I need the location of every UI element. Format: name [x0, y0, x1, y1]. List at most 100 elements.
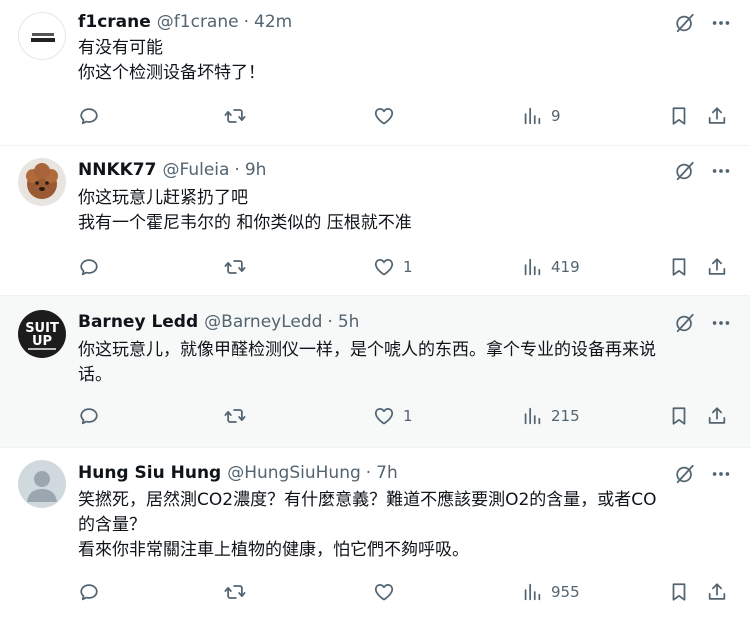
user-handle[interactable]: @HungSiuHung — [227, 463, 361, 483]
heart-icon — [373, 405, 395, 427]
tweet-header: f1crane @f1crane · 42m — [78, 10, 292, 34]
reply-button[interactable] — [78, 580, 108, 604]
display-name[interactable]: NNKK77 — [78, 160, 156, 180]
tweet-top-actions — [674, 160, 732, 182]
views-icon — [521, 105, 543, 127]
bookmark-button[interactable] — [668, 404, 690, 428]
retweet-button[interactable] — [224, 104, 254, 128]
grok-icon[interactable] — [674, 312, 696, 334]
tweet-text-line: 话。 — [78, 365, 112, 385]
tweet-actions: 1 215 — [78, 404, 728, 428]
grok-icon[interactable] — [674, 160, 696, 182]
tweet-text-line: 我有一个霍尼韦尔的 和你类似的 压根就不准 — [78, 213, 412, 233]
tweet-header: Hung Siu Hung @HungSiuHung · 7h — [78, 461, 398, 485]
views-button[interactable]: 419 — [521, 255, 580, 279]
user-handle[interactable]: @BarneyLedd — [204, 312, 322, 332]
share-button[interactable] — [706, 580, 728, 604]
poodle-icon — [26, 163, 58, 199]
tweet-text: 你这玩意儿赶紧扔了吧 我有一个霍尼韦尔的 和你类似的 压根就不准 — [78, 186, 728, 236]
share-icon — [706, 256, 728, 278]
avatar[interactable] — [18, 12, 66, 60]
share-button[interactable] — [706, 255, 728, 279]
reply-button[interactable] — [78, 255, 108, 279]
views-count: 419 — [551, 258, 580, 276]
share-icon — [706, 405, 728, 427]
grok-icon[interactable] — [674, 12, 696, 34]
share-button[interactable] — [706, 104, 728, 128]
tweet-top-actions — [674, 12, 732, 34]
views-icon — [521, 581, 543, 603]
like-button[interactable] — [373, 104, 403, 128]
tweet-text-line: 看來你非常關注車上植物的健康，怕它們不夠呼吸。 — [78, 540, 469, 560]
display-name[interactable]: Barney Ledd — [78, 312, 198, 332]
bookmark-icon — [668, 256, 690, 278]
retweet-button[interactable] — [224, 404, 254, 428]
more-icon[interactable] — [710, 160, 732, 182]
heart-icon — [373, 105, 395, 127]
retweet-button[interactable] — [224, 580, 254, 604]
separator-dot: · — [327, 312, 333, 332]
views-button[interactable]: 9 — [521, 104, 561, 128]
tweet-actions: 9 — [78, 104, 728, 128]
display-name[interactable]: f1crane — [78, 12, 151, 32]
tweet-header: Barney Ledd @BarneyLedd · 5h — [78, 310, 359, 334]
heart-icon — [373, 581, 395, 603]
reply-feed: f1crane @f1crane · 42m 有没有可能 你这个检测设备坏特了！… — [0, 0, 750, 620]
timestamp[interactable]: 7h — [376, 463, 398, 483]
retweet-icon — [224, 256, 246, 278]
avatar[interactable] — [18, 158, 66, 206]
reply-icon — [78, 581, 100, 603]
bookmark-button[interactable] — [668, 580, 690, 604]
reply-icon — [78, 105, 100, 127]
views-button[interactable]: 955 — [521, 580, 580, 604]
views-count: 9 — [551, 107, 561, 125]
like-button[interactable]: 1 — [373, 404, 413, 428]
reply-icon — [78, 256, 100, 278]
avatar[interactable]: SUIT UP — [18, 310, 66, 358]
bookmark-icon — [668, 581, 690, 603]
timestamp[interactable]: 5h — [338, 312, 360, 332]
logo-icon — [31, 33, 55, 42]
bookmark-icon — [668, 405, 690, 427]
views-button[interactable]: 215 — [521, 404, 580, 428]
more-icon[interactable] — [710, 12, 732, 34]
tweet[interactable]: Hung Siu Hung @HungSiuHung · 7h 笑撚死，居然測C… — [0, 448, 750, 620]
retweet-icon — [224, 581, 246, 603]
tweet-actions: 1 419 — [78, 255, 728, 279]
bookmark-button[interactable] — [668, 104, 690, 128]
like-count: 1 — [403, 258, 413, 276]
like-button[interactable] — [373, 580, 403, 604]
timestamp[interactable]: 42m — [254, 12, 292, 32]
tweet-text-line: 你这玩意儿赶紧扔了吧 — [78, 188, 248, 208]
user-handle[interactable]: @f1crane — [157, 12, 239, 32]
tweet[interactable]: SUIT UP Barney Ledd @BarneyLedd · 5h 你这玩… — [0, 296, 750, 448]
views-count: 955 — [551, 583, 580, 601]
display-name[interactable]: Hung Siu Hung — [78, 463, 221, 483]
bookmark-icon — [668, 105, 690, 127]
tweet-text-line: 笑撚死，居然測CO2濃度？有什麼意義？難道不應該要測O2的含量，或者CO — [78, 490, 657, 510]
share-icon — [706, 105, 728, 127]
grok-icon[interactable] — [674, 463, 696, 485]
retweet-button[interactable] — [224, 255, 254, 279]
like-button[interactable]: 1 — [373, 255, 413, 279]
share-icon — [706, 581, 728, 603]
tweet-text: 你这玩意儿，就像甲醛检测仪一样，是个唬人的东西。拿个专业的设备再来说 话。 — [78, 338, 728, 388]
more-icon[interactable] — [710, 312, 732, 334]
avatar[interactable] — [18, 460, 66, 508]
tweet[interactable]: NNKK77 @Fuleia · 9h 你这玩意儿赶紧扔了吧 我有一个霍尼韦尔的… — [0, 146, 750, 296]
reply-button[interactable] — [78, 404, 108, 428]
bookmark-button[interactable] — [668, 255, 690, 279]
retweet-icon — [224, 405, 246, 427]
heart-icon — [373, 256, 395, 278]
svg-text:UP: UP — [32, 334, 52, 349]
default-profile-icon — [27, 471, 57, 502]
suit-up-logo-icon: SUIT UP — [25, 321, 59, 350]
separator-dot: · — [234, 160, 240, 180]
more-icon[interactable] — [710, 463, 732, 485]
share-button[interactable] — [706, 404, 728, 428]
timestamp[interactable]: 9h — [245, 160, 267, 180]
user-handle[interactable]: @Fuleia — [162, 160, 229, 180]
tweet[interactable]: f1crane @f1crane · 42m 有没有可能 你这个检测设备坏特了！… — [0, 0, 750, 146]
views-icon — [521, 405, 543, 427]
reply-button[interactable] — [78, 104, 108, 128]
